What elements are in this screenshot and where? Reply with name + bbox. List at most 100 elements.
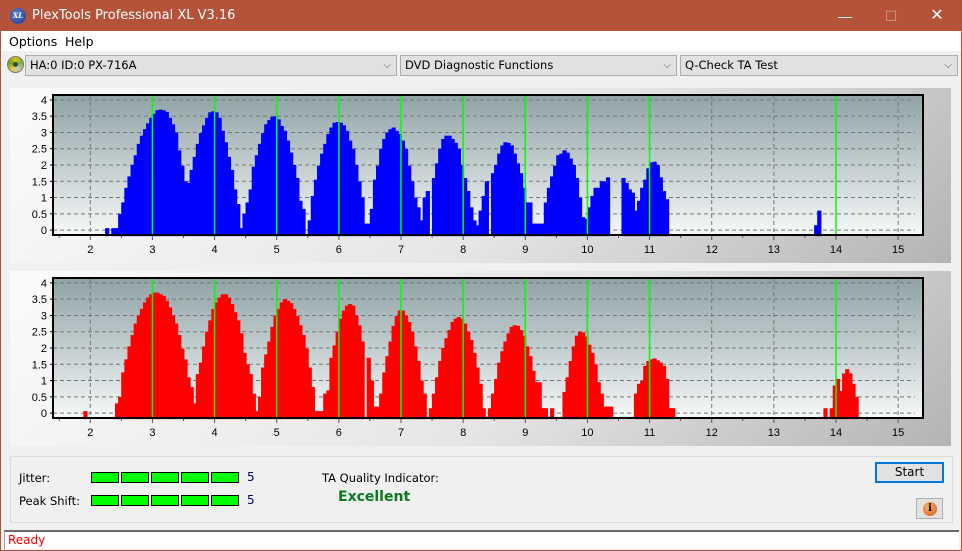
y-tick-label: 3 — [41, 127, 47, 139]
y-tick-label: 2 — [41, 343, 47, 355]
ta-quality-label: TA Quality Indicator: — [322, 471, 439, 485]
meter-segment — [181, 472, 209, 483]
x-tick-label: 7 — [398, 244, 404, 256]
chevron-down-icon: ⌵ — [663, 60, 671, 71]
x-tick-label: 6 — [336, 427, 342, 439]
menu-help[interactable]: Help — [65, 34, 94, 49]
y-tick-label: 1 — [41, 376, 47, 388]
y-tick-label: 1.5 — [32, 176, 47, 188]
y-tick-label: 2.5 — [32, 144, 47, 156]
app-window: XL PlexTools Professional XL V3.16 — ☐ ✕… — [0, 0, 962, 551]
title-bar: XL PlexTools Professional XL V3.16 — ☐ ✕ — [1, 1, 961, 31]
drive-select[interactable]: HA:0 ID:0 PX-716A ⌵ — [25, 55, 397, 76]
y-tick-label: 4 — [41, 278, 47, 290]
start-button[interactable]: Start — [875, 462, 944, 483]
x-tick-label: 10 — [581, 244, 593, 256]
histogram-bar — [817, 210, 822, 237]
meter-segment — [181, 495, 209, 506]
menu-options[interactable]: Options — [9, 34, 57, 49]
function-select-value: DVD Diagnostic Functions — [405, 58, 554, 72]
close-button[interactable]: ✕ — [914, 1, 960, 31]
y-tick-label: 1 — [41, 193, 47, 205]
drive-select-value: HA:0 ID:0 PX-716A — [30, 58, 137, 72]
x-tick-label: 3 — [149, 244, 155, 256]
y-tick-label: 3.5 — [32, 111, 47, 123]
x-tick-label: 12 — [706, 244, 718, 256]
y-tick-label: 2 — [41, 160, 47, 172]
histogram-bar — [854, 396, 859, 420]
x-tick-label: 2 — [87, 427, 93, 439]
x-tick-label: 6 — [336, 244, 342, 256]
x-tick-label: 13 — [768, 244, 780, 256]
histogram-bar — [422, 393, 427, 420]
app-logo-icon: XL — [10, 8, 26, 24]
x-tick-label: 14 — [830, 427, 842, 439]
x-tick-label: 15 — [892, 244, 904, 256]
histogram-bar — [425, 191, 430, 237]
lower-ta-chart: 0 0.5 1 1.5 2 2.5 3 3.5 4 2 3 4 5 6 7 8 9 10 11 12 13 14 15 — [32, 277, 924, 439]
disc-drive-icon — [7, 56, 24, 73]
status-bar: Ready — [4, 530, 959, 549]
y-tick-label: 4 — [41, 95, 47, 107]
x-tick-label: 15 — [892, 427, 904, 439]
histogram-bar — [360, 341, 365, 420]
x-tick-label: 7 — [398, 427, 404, 439]
info-icon: i — [923, 502, 937, 516]
y-tick-label: 0.5 — [32, 392, 47, 404]
x-tick-label: 5 — [274, 244, 280, 256]
jitter-value: 5 — [247, 470, 255, 484]
x-tick-label: 9 — [522, 244, 528, 256]
y-tick-label: 0 — [41, 225, 47, 237]
peak-shift-value: 5 — [247, 493, 255, 507]
y-tick-label: 3.5 — [32, 294, 47, 306]
x-tick-label: 4 — [212, 427, 218, 439]
meter-segment — [121, 472, 149, 483]
toolbar: HA:0 ID:0 PX-716A ⌵ DVD Diagnostic Funct… — [1, 53, 961, 77]
x-tick-label: 9 — [522, 427, 528, 439]
upper-ta-chart: 0 0.5 1 1.5 2 2.5 3 3.5 4 2 3 4 5 6 7 8 9 10 11 12 13 14 15 — [32, 94, 924, 256]
x-tick-label: 10 — [581, 427, 593, 439]
x-tick-label: 8 — [460, 427, 466, 439]
menu-bar: Options Help — [1, 31, 961, 51]
x-tick-label: 13 — [768, 427, 780, 439]
minimize-button[interactable]: — — [822, 1, 868, 31]
y-tick-label: 0.5 — [32, 209, 47, 221]
info-button[interactable]: i — [916, 498, 943, 519]
function-select[interactable]: DVD Diagnostic Functions ⌵ — [400, 55, 677, 76]
meter-segment — [151, 495, 179, 506]
x-tick-label: 2 — [87, 244, 93, 256]
ta-quality-value: Excellent — [338, 489, 411, 505]
peak-shift-meter — [91, 495, 241, 506]
x-tick-label: 14 — [830, 244, 842, 256]
meter-segment — [211, 495, 239, 506]
status-text: Ready — [8, 533, 46, 547]
x-tick-label: 11 — [644, 427, 655, 439]
meter-segment — [91, 472, 119, 483]
x-tick-label: 4 — [212, 244, 218, 256]
histogram-bar — [301, 208, 306, 237]
results-group — [10, 456, 953, 523]
y-tick-label: 0 — [41, 408, 47, 420]
x-tick-label: 12 — [706, 427, 718, 439]
histogram-bar — [605, 177, 611, 237]
meter-segment — [121, 495, 149, 506]
histogram-bar — [484, 181, 489, 237]
jitter-label: Jitter: — [19, 471, 51, 485]
upper-chart-panel: 0 0.5 1 1.5 2 2.5 3 3.5 4 2 3 4 5 6 7 8 9 10 11 12 13 14 15 — [10, 88, 951, 263]
x-tick-label: 8 — [460, 244, 466, 256]
chevron-down-icon: ⌵ — [944, 60, 952, 71]
lower-chart-panel: 0 0.5 1 1.5 2 2.5 3 3.5 4 2 3 4 5 6 7 8 9 10 11 12 13 14 15 — [10, 271, 951, 446]
histogram-bar — [664, 199, 670, 237]
peak-shift-label: Peak Shift: — [19, 494, 80, 508]
jitter-meter — [91, 472, 241, 483]
y-tick-label: 2.5 — [32, 327, 47, 339]
meter-segment — [91, 495, 119, 506]
x-tick-label: 5 — [274, 427, 280, 439]
x-tick-label: 3 — [149, 427, 155, 439]
x-tick-label: 11 — [644, 244, 655, 256]
maximize-button[interactable]: ☐ — [868, 1, 914, 31]
test-select[interactable]: Q-Check TA Test ⌵ — [680, 55, 958, 76]
meter-segment — [211, 472, 239, 483]
y-tick-label: 1.5 — [32, 359, 47, 371]
chevron-down-icon: ⌵ — [383, 60, 391, 71]
